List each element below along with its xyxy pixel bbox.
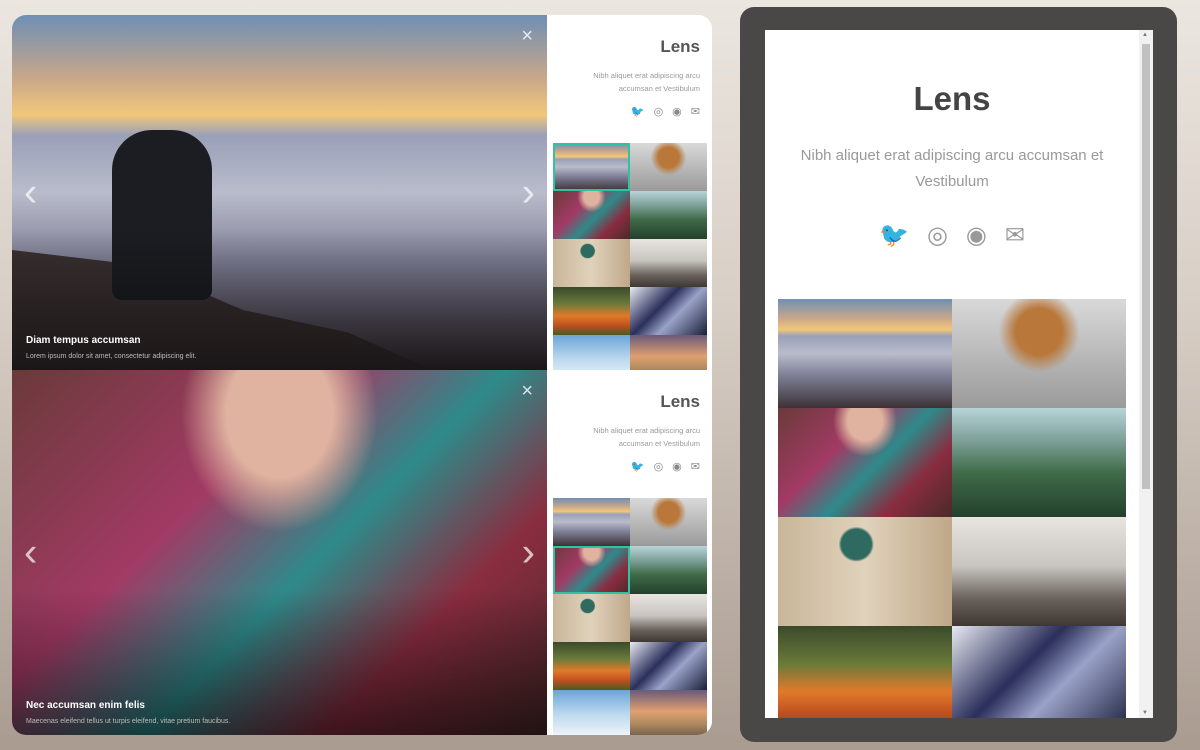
- caption-title: Diam tempus accumsan: [26, 335, 141, 346]
- github-icon[interactable]: ◉: [672, 105, 682, 118]
- lightbox-screen-1: × ‹ › Diam tempus accumsan Lorem ipsum d…: [12, 15, 712, 370]
- caption-text: Maecenas eleifend tellus ut turpis eleif…: [26, 718, 231, 725]
- scroll-down-icon[interactable]: ▼: [1142, 710, 1148, 716]
- sidebar: Lens Nibh aliquet erat adipiscing arcu a…: [547, 370, 712, 735]
- thumbnail[interactable]: [778, 626, 952, 718]
- thumbnail[interactable]: [630, 335, 707, 370]
- caption-title: Nec accumsan enim felis: [26, 700, 145, 711]
- thumbnail[interactable]: [553, 642, 630, 690]
- thumbnail[interactable]: [630, 239, 707, 287]
- thumbnail[interactable]: [630, 594, 707, 642]
- envelope-icon[interactable]: ✉: [1005, 221, 1025, 250]
- thumbnail[interactable]: [553, 546, 630, 594]
- github-icon[interactable]: ◉: [966, 221, 987, 250]
- tablet-screen: Lens Nibh aliquet erat adipiscing arcu a…: [765, 30, 1153, 718]
- thumbnail[interactable]: [553, 287, 630, 335]
- thumbnail[interactable]: [553, 191, 630, 239]
- lightbox-screen-2: × ‹ › Nec accumsan enim felis Maecenas e…: [12, 370, 712, 735]
- scroll-up-icon[interactable]: ▲: [1142, 32, 1148, 38]
- thumbnail[interactable]: [778, 517, 952, 626]
- thumbnail[interactable]: [630, 546, 707, 594]
- site-title: Lens: [913, 80, 991, 117]
- thumbnail[interactable]: [630, 287, 707, 335]
- thumbnail[interactable]: [630, 690, 707, 735]
- thumbnail[interactable]: [553, 143, 630, 191]
- twitter-icon[interactable]: 🐦: [631, 105, 645, 118]
- close-icon[interactable]: ×: [521, 25, 533, 48]
- caption: Diam tempus accumsan Lorem ipsum dolor s…: [26, 335, 196, 360]
- envelope-icon[interactable]: ✉: [691, 460, 700, 473]
- twitter-icon[interactable]: 🐦: [631, 460, 645, 473]
- thumbnail[interactable]: [553, 594, 630, 642]
- instagram-icon[interactable]: ◎: [654, 460, 664, 473]
- thumbnail-grid: [553, 498, 707, 735]
- thumbnail[interactable]: [952, 517, 1126, 626]
- instagram-icon[interactable]: ◎: [654, 105, 664, 118]
- thumbnail[interactable]: [553, 239, 630, 287]
- thumbnail[interactable]: [630, 642, 707, 690]
- site-title: Lens: [660, 37, 700, 56]
- thumbnail[interactable]: [630, 498, 707, 546]
- instagram-icon[interactable]: ◎: [927, 221, 948, 250]
- thumbnail[interactable]: [553, 690, 630, 735]
- site-description: Nibh aliquet erat adipiscing arcu accums…: [593, 71, 700, 93]
- thumbnail[interactable]: [778, 299, 952, 408]
- thumbnail[interactable]: [553, 498, 630, 546]
- thumbnail-grid: [553, 143, 707, 370]
- prev-arrow-icon[interactable]: ‹: [24, 530, 37, 575]
- close-icon[interactable]: ×: [521, 380, 533, 403]
- main-photo: × ‹ › Nec accumsan enim felis Maecenas e…: [12, 370, 547, 735]
- sidebar: Lens Nibh aliquet erat adipiscing arcu a…: [547, 15, 712, 370]
- caption-text: Lorem ipsum dolor sit amet, consectetur …: [26, 353, 197, 360]
- tablet-preview: Lens Nibh aliquet erat adipiscing arcu a…: [740, 7, 1177, 742]
- thumbnail[interactable]: [952, 408, 1126, 517]
- thumbnail[interactable]: [952, 626, 1126, 718]
- scrollbar-thumb[interactable]: [1142, 44, 1150, 489]
- desktop-preview: × ‹ › Diam tempus accumsan Lorem ipsum d…: [12, 15, 712, 735]
- next-arrow-icon[interactable]: ›: [522, 170, 535, 215]
- prev-arrow-icon[interactable]: ‹: [24, 170, 37, 215]
- caption: Nec accumsan enim felis Maecenas eleifen…: [26, 700, 230, 725]
- site-title: Lens: [660, 392, 700, 411]
- github-icon[interactable]: ◉: [672, 460, 682, 473]
- envelope-icon[interactable]: ✉: [691, 105, 700, 118]
- scrollbar[interactable]: ▲ ▼: [1139, 30, 1153, 718]
- thumbnail[interactable]: [952, 299, 1126, 408]
- thumbnail[interactable]: [553, 335, 630, 370]
- thumbnail-grid: [778, 299, 1126, 718]
- twitter-icon[interactable]: 🐦: [879, 221, 909, 250]
- main-photo: × ‹ › Diam tempus accumsan Lorem ipsum d…: [12, 15, 547, 370]
- site-description: Nibh aliquet erat adipiscing arcu accums…: [593, 426, 700, 448]
- thumbnail[interactable]: [630, 191, 707, 239]
- thumbnail[interactable]: [630, 143, 707, 191]
- next-arrow-icon[interactable]: ›: [522, 530, 535, 575]
- thumbnail[interactable]: [778, 408, 952, 517]
- site-description: Nibh aliquet erat adipiscing arcu accums…: [800, 147, 1104, 190]
